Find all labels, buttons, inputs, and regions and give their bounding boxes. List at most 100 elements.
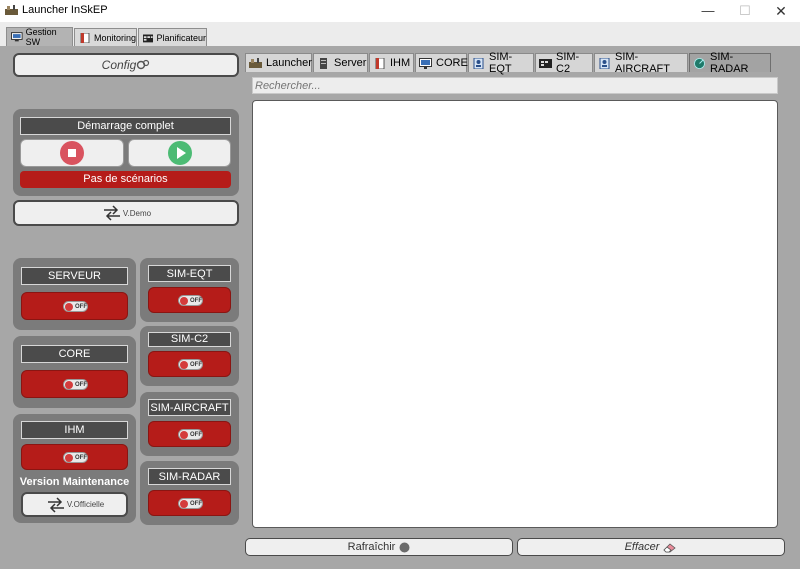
config-label: Config <box>101 58 137 72</box>
sim-c2-group: SIM-C2 OFF <box>140 326 239 386</box>
toggle-text: OFF <box>75 455 87 461</box>
sim-aircraft-toggle-box: OFF <box>148 421 231 447</box>
startup-group: Démarrage complet Pas de scénarios <box>13 109 239 196</box>
refresh-label: Rafraîchir <box>347 541 396 553</box>
serveur-toggle-box: OFF <box>21 292 128 320</box>
stop-icon <box>60 141 84 165</box>
sim-aircraft-group: SIM-AIRCRAFT OFF <box>140 392 239 456</box>
tab-sim-aircraft[interactable]: SIM-AIRCRAFT <box>594 51 688 75</box>
tab-label: CORE <box>436 57 468 69</box>
clear-label: Effacer <box>624 541 660 553</box>
tab-label: Launcher <box>266 57 312 69</box>
main-window: Gestion SW Monitoring Planificateur Conf… <box>0 22 800 569</box>
app-icon <box>5 5 18 15</box>
core-group: CORE OFF <box>13 336 136 408</box>
tab-sim-radar[interactable]: SIM-RADAR <box>689 51 771 75</box>
log-panel: Launcher Server IHM CORE SIM-EQT SIM-C2 <box>245 46 797 569</box>
core-label: CORE <box>21 345 128 363</box>
tab-label: SIM-AIRCRAFT <box>615 51 670 75</box>
radar-icon <box>694 57 705 69</box>
network-icon <box>473 57 484 69</box>
title-bar: Launcher InSkEP — ☐ ✕ <box>0 0 800 22</box>
tab-label: Monitoring <box>93 32 136 43</box>
toggle-text: OFF <box>190 432 202 438</box>
officielle-label: V.Officielle <box>66 500 105 509</box>
calendar-icon <box>143 34 154 42</box>
stop-all-button[interactable] <box>20 139 124 167</box>
toggle-text: OFF <box>75 304 87 310</box>
gear-icon <box>137 59 150 70</box>
tab-gestion-sw[interactable]: Gestion SW <box>6 27 73 47</box>
tab-label: SIM-RADAR <box>710 51 749 75</box>
toggle-text: OFF <box>190 298 202 304</box>
tab-ihm[interactable]: IHM <box>369 53 414 72</box>
tab-launcher[interactable]: Launcher <box>245 53 312 72</box>
demo-label: V.Demo <box>122 208 152 218</box>
core-toggle-box: OFF <box>21 370 128 398</box>
tab-planificateur[interactable]: Planificateur <box>138 28 207 46</box>
tab-core[interactable]: CORE <box>415 53 468 72</box>
start-all-button[interactable] <box>128 139 231 167</box>
ihm-toggle-box: OFF <box>21 444 128 470</box>
tab-label: Server <box>334 57 367 69</box>
eraser-icon <box>663 542 677 552</box>
console-icon <box>539 58 552 68</box>
tab-sim-eqt[interactable]: SIM-EQT <box>468 51 534 75</box>
config-button[interactable]: Config <box>13 53 239 77</box>
sim-radar-toggle[interactable]: OFF <box>178 498 203 509</box>
sim-aircraft-label: SIM-AIRCRAFT <box>148 399 231 416</box>
tab-label: Planificateur <box>156 32 206 43</box>
swap-icon <box>103 205 120 221</box>
sim-radar-toggle-box: OFF <box>148 490 231 516</box>
demo-version-button[interactable]: V.Demo <box>13 200 239 226</box>
toggle-text: OFF <box>190 501 202 507</box>
ihm-toggle[interactable]: OFF <box>63 452 88 463</box>
sim-c2-label: SIM-C2 <box>148 332 231 347</box>
monitor-icon <box>11 32 23 42</box>
server-icon <box>320 57 327 69</box>
ihm-label: IHM <box>21 421 128 439</box>
minimize-button[interactable]: — <box>690 0 726 22</box>
document-icon <box>375 57 385 69</box>
sim-eqt-group: SIM-EQT OFF <box>140 258 239 322</box>
toggle-text: OFF <box>75 382 87 388</box>
launcher-icon <box>249 57 262 68</box>
tab-label: SIM-EQT <box>489 51 513 75</box>
window-title: Launcher InSkEP <box>22 4 108 16</box>
toggle-text: OFF <box>190 362 202 368</box>
document-icon <box>80 32 90 43</box>
tab-server[interactable]: Server <box>313 53 368 72</box>
core-toggle[interactable]: OFF <box>63 379 88 390</box>
top-tab-bar: Gestion SW Monitoring Planificateur <box>0 22 800 47</box>
tab-sim-c2[interactable]: SIM-C2 <box>535 51 593 75</box>
serveur-group: SERVEUR OFF <box>13 258 136 330</box>
version-maintenance-label: Version Maintenance <box>19 476 130 488</box>
log-tab-bar: Launcher Server IHM CORE SIM-EQT SIM-C2 <box>245 51 797 75</box>
left-control-panel: Config Démarrage complet Pas de scénario… <box>6 48 244 563</box>
serveur-label: SERVEUR <box>21 267 128 285</box>
scenario-status: Pas de scénarios <box>20 171 231 188</box>
tab-label: SIM-C2 <box>556 51 580 75</box>
refresh-button[interactable]: Rafraîchir <box>245 538 513 556</box>
sim-aircraft-toggle[interactable]: OFF <box>178 429 203 440</box>
sim-c2-toggle[interactable]: OFF <box>178 359 203 370</box>
maximize-button[interactable]: ☐ <box>727 0 763 22</box>
tab-monitoring[interactable]: Monitoring <box>74 28 137 46</box>
monitor-icon <box>419 57 432 69</box>
status-dot-icon <box>399 542 410 552</box>
serveur-toggle[interactable]: OFF <box>63 301 88 312</box>
official-version-button[interactable]: V.Officielle <box>21 492 128 517</box>
network-icon <box>599 57 610 69</box>
sim-radar-label: SIM-RADAR <box>148 468 231 485</box>
sim-eqt-toggle-box: OFF <box>148 287 231 313</box>
search-input[interactable] <box>252 77 778 94</box>
tab-label: IHM <box>390 57 411 69</box>
sim-eqt-toggle[interactable]: OFF <box>178 295 203 306</box>
log-output-area[interactable] <box>252 100 778 528</box>
close-button[interactable]: ✕ <box>763 0 799 22</box>
swap-icon <box>47 496 64 513</box>
clear-button[interactable]: Effacer <box>517 538 785 556</box>
play-icon <box>167 141 192 165</box>
sim-radar-group: SIM-RADAR OFF <box>140 461 239 525</box>
ihm-group: IHM OFF Version Maintenance V.Officielle <box>13 414 136 523</box>
